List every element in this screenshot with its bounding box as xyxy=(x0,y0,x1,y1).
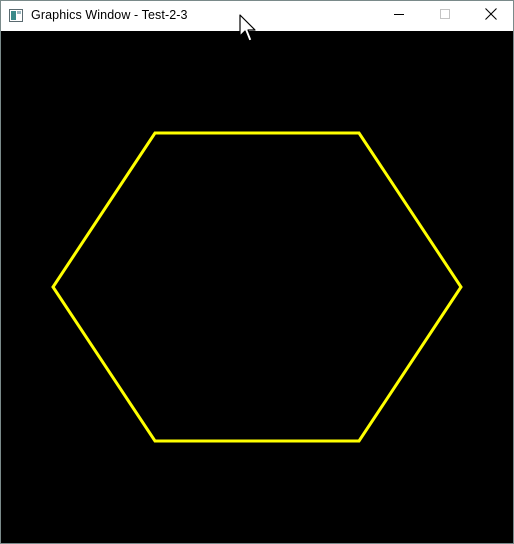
yellow-hexagon xyxy=(51,131,463,443)
maximize-button[interactable] xyxy=(422,1,468,31)
drawing-canvas[interactable] xyxy=(1,31,513,543)
title-bar[interactable]: Graphics Window - Test-2-3 xyxy=(1,1,513,31)
close-icon xyxy=(485,7,497,25)
close-button[interactable] xyxy=(468,1,514,31)
graphics-window: Graphics Window - Test-2-3 xyxy=(0,0,514,544)
minimize-button[interactable] xyxy=(376,1,422,31)
maximize-icon xyxy=(439,7,451,25)
minimize-icon xyxy=(393,7,405,25)
app-window-icon xyxy=(9,9,23,22)
window-title: Graphics Window - Test-2-3 xyxy=(31,8,188,22)
canvas-drawing xyxy=(51,131,463,443)
